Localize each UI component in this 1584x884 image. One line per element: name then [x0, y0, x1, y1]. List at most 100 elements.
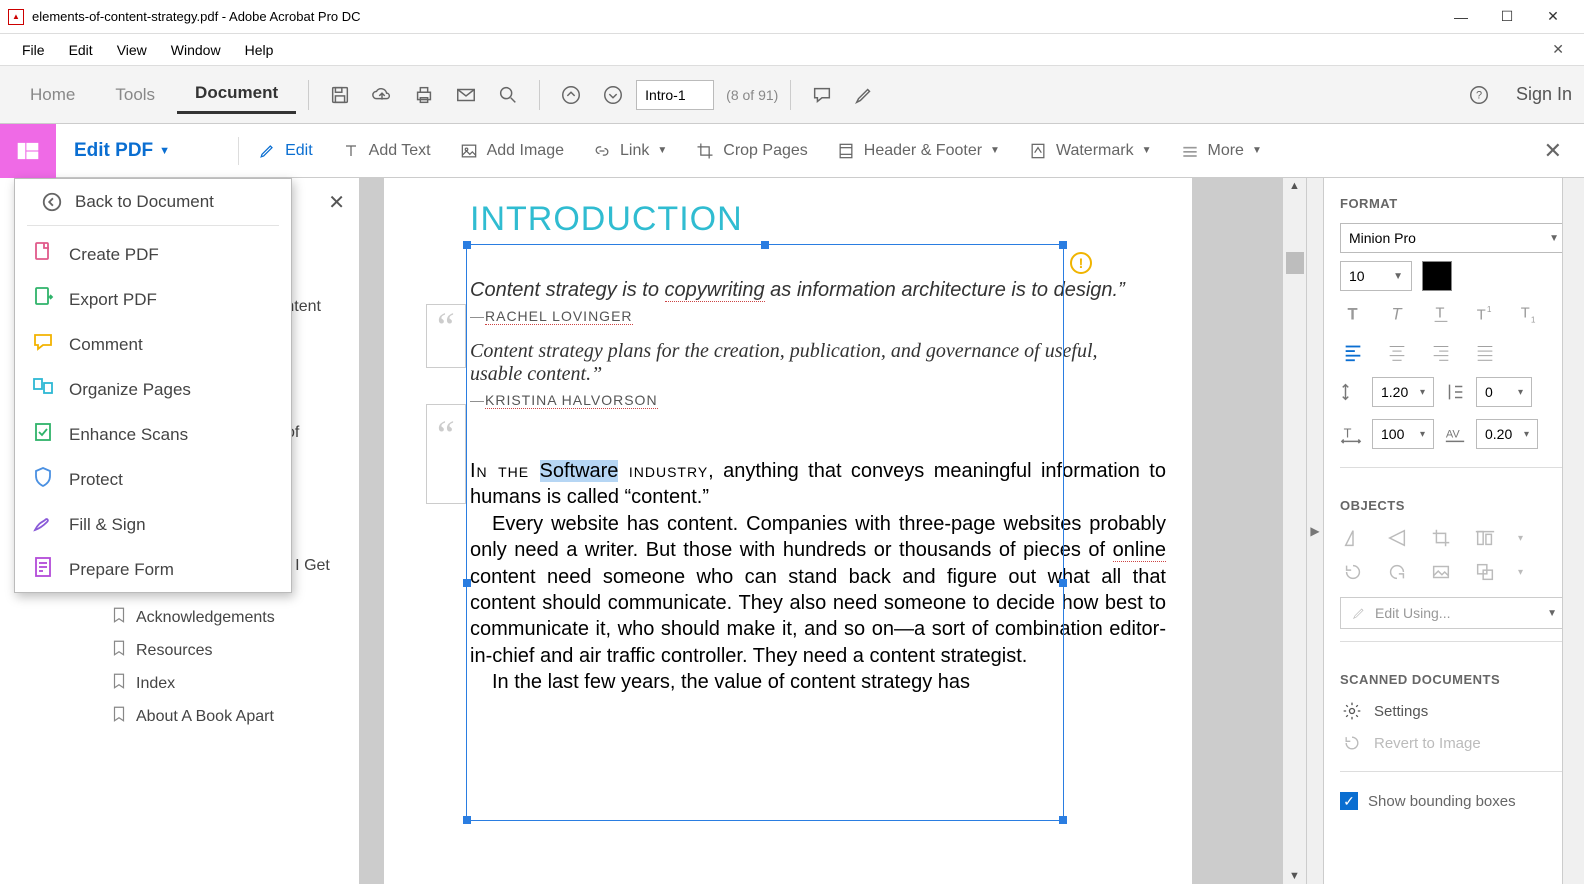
bookmark-item[interactable]: About A Book Apart [0, 700, 359, 733]
close-editbar-icon[interactable]: ✕ [1522, 138, 1584, 164]
cloud-upload-icon[interactable] [363, 76, 401, 114]
save-icon[interactable] [321, 76, 359, 114]
divider [238, 137, 239, 165]
checkbox-checked-icon: ✓ [1340, 792, 1358, 810]
font-family-select[interactable]: Minion Pro▼ [1340, 223, 1568, 253]
window-close-button[interactable]: ✕ [1530, 0, 1576, 34]
quote-mark-box: “ [426, 404, 466, 504]
align-row [1324, 333, 1584, 371]
menu-help[interactable]: Help [233, 38, 286, 62]
svg-text:T: T [1348, 306, 1358, 324]
right-panel-scrollbar[interactable] [1562, 178, 1584, 884]
text-style-row: T T T T1 T1 [1324, 295, 1584, 333]
edit-pdf-dropdown[interactable]: Edit PDF▼ [56, 140, 188, 162]
superscript-icon[interactable]: T1 [1474, 303, 1496, 325]
svg-text:T: T [1477, 308, 1486, 324]
watermark-button[interactable]: Watermark▼ [1014, 124, 1166, 178]
tool-export-pdf[interactable]: Export PDF [15, 277, 291, 322]
pdf-page[interactable]: ! INTRODUCTION “ Content strategy is to … [384, 178, 1192, 884]
text-selection-box[interactable] [466, 244, 1064, 821]
horizontal-scale-input[interactable]: 100▾ [1372, 419, 1434, 449]
window-maximize-button[interactable]: ☐ [1484, 0, 1530, 34]
print-icon[interactable] [405, 76, 443, 114]
more-button[interactable]: More▼ [1166, 124, 1276, 178]
svg-text:T: T [1521, 306, 1530, 322]
subscript-icon[interactable]: T1 [1518, 303, 1540, 325]
line-spacing-input[interactable]: 1.20▾ [1372, 377, 1434, 407]
align-right-icon[interactable] [1430, 341, 1452, 363]
page-number-input[interactable] [636, 80, 714, 110]
format-section-title: FORMAT [1324, 178, 1584, 219]
tool-prepare-form[interactable]: Prepare Form [15, 547, 291, 592]
tool-fill-sign[interactable]: Fill & Sign [15, 502, 291, 547]
edit-using-dropdown[interactable]: Edit Using... ▼ [1340, 597, 1568, 629]
menu-file[interactable]: File [10, 38, 57, 62]
bookmark-item[interactable]: Index [0, 667, 359, 700]
tool-create-pdf[interactable]: Create PDF [15, 232, 291, 277]
tool-enhance-scans[interactable]: Enhance Scans [15, 412, 291, 457]
align-justify-icon[interactable] [1474, 341, 1496, 363]
scanned-section-title: SCANNED DOCUMENTS [1324, 654, 1584, 695]
svg-text:T: T [1436, 306, 1445, 322]
font-color-swatch[interactable] [1422, 261, 1452, 291]
flip-vertical-icon[interactable] [1386, 527, 1408, 549]
scanned-settings-button[interactable]: Settings [1324, 695, 1584, 727]
page-count-label: (8 of 91) [726, 87, 778, 103]
search-icon[interactable] [489, 76, 527, 114]
window-minimize-button[interactable]: — [1438, 0, 1484, 34]
tab-tools[interactable]: Tools [97, 77, 173, 113]
show-bounding-boxes-checkbox[interactable]: ✓ Show bounding boxes [1324, 784, 1584, 818]
align-objects-icon[interactable] [1474, 527, 1496, 549]
bookmark-item[interactable]: Acknowledgements [0, 601, 359, 634]
window-titlebar: elements-of-content-strategy.pdf - Adobe… [0, 0, 1584, 34]
italic-icon[interactable]: T [1386, 303, 1408, 325]
add-text-button[interactable]: Add Text [327, 124, 445, 178]
help-icon[interactable]: ? [1460, 76, 1498, 114]
warning-icon[interactable]: ! [1070, 252, 1092, 274]
flip-horizontal-icon[interactable] [1342, 527, 1364, 549]
tab-home[interactable]: Home [12, 77, 93, 113]
mail-icon[interactable] [447, 76, 485, 114]
menu-edit[interactable]: Edit [57, 38, 105, 62]
underline-icon[interactable]: T [1430, 303, 1452, 325]
tool-organize-pages[interactable]: Organize Pages [15, 367, 291, 412]
edit-pdf-mode-icon[interactable] [0, 124, 56, 178]
tab-document[interactable]: Document [177, 75, 296, 114]
tool-protect[interactable]: Protect [15, 457, 291, 502]
align-center-icon[interactable] [1386, 341, 1408, 363]
bold-icon[interactable]: T [1342, 303, 1364, 325]
link-button[interactable]: Link▼ [578, 124, 681, 178]
sidebar-close-icon[interactable]: ✕ [328, 190, 345, 215]
sign-in-link[interactable]: Sign In [1516, 84, 1572, 105]
rotate-ccw-icon[interactable] [1342, 561, 1364, 583]
add-image-button[interactable]: Add Image [445, 124, 578, 178]
header-footer-button[interactable]: Header & Footer▼ [822, 124, 1014, 178]
menu-view[interactable]: View [105, 38, 159, 62]
highlight-tool-icon[interactable] [845, 76, 883, 114]
arrange-icon[interactable] [1474, 561, 1496, 583]
document-scrollbar[interactable]: ▲▼ [1282, 178, 1306, 884]
replace-image-icon[interactable] [1430, 561, 1452, 583]
edit-button[interactable]: Edit [243, 124, 327, 178]
svg-text:1: 1 [1531, 315, 1536, 324]
font-size-select[interactable]: 10▼ [1340, 261, 1412, 291]
quote-mark-box: “ [426, 304, 466, 368]
crop-pages-button[interactable]: Crop Pages [681, 124, 822, 178]
back-to-document-button[interactable]: Back to Document [27, 179, 279, 226]
char-spacing-input[interactable]: 0.20▾ [1476, 419, 1538, 449]
align-left-icon[interactable] [1342, 341, 1364, 363]
menubar-close-icon[interactable]: ✕ [1542, 37, 1574, 62]
comment-tool-icon[interactable] [803, 76, 841, 114]
bookmark-item[interactable]: Resources [0, 634, 359, 667]
tool-comment[interactable]: Comment [15, 322, 291, 367]
right-panel-toggle[interactable]: ▶ [1306, 178, 1324, 884]
menu-window[interactable]: Window [159, 38, 233, 62]
crop-icon[interactable] [1430, 527, 1452, 549]
main-toolbar: Home Tools Document (8 of 91) ? Sign In [0, 66, 1584, 124]
menu-bar: File Edit View Window Help ✕ [0, 34, 1584, 66]
page-down-icon[interactable] [594, 76, 632, 114]
para-spacing-input[interactable]: 0▾ [1476, 377, 1532, 407]
tools-panel-popout: Back to Document Create PDFExport PDFCom… [14, 178, 292, 593]
page-up-icon[interactable] [552, 76, 590, 114]
rotate-cw-icon[interactable] [1386, 561, 1408, 583]
